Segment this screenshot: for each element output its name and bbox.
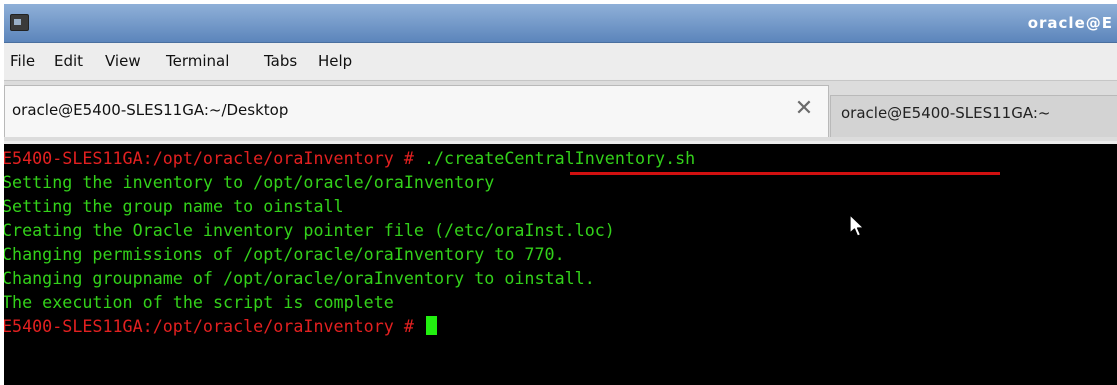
mouse-pointer-icon [849,214,865,237]
tab-second[interactable]: oracle@E5400-SLES11GA:~ [830,95,1117,137]
terminal-window: oracle@E File Edit View Terminal Tabs He… [4,4,1117,385]
terminal-line: Setting the group name to oinstall [4,196,344,216]
terminal-output[interactable]: E5400-SLES11GA:/opt/oracle/oraInventory … [4,144,1117,385]
menu-bar: File Edit View Terminal Tabs Help [4,43,1117,79]
terminal-line: Creating the Oracle inventory pointer fi… [4,220,615,240]
menu-view[interactable]: View [105,52,141,70]
shell-prompt: E5400-SLES11GA:/opt/oracle/oraInventory … [4,316,424,336]
tab-bar: oracle@E5400-SLES11GA:~/Desktop ✕ oracle… [4,80,1117,141]
shell-command: ./createCentralInventory.sh [423,148,696,168]
terminal-line-prompt: E5400-SLES11GA:/opt/oracle/oraInventory … [4,314,437,338]
terminal-line: The execution of the script is complete [4,292,394,312]
tab-desktop-label: oracle@E5400-SLES11GA:~/Desktop [12,101,289,119]
terminal-line-command: E5400-SLES11GA:/opt/oracle/oraInventory … [4,146,695,170]
terminal-icon[interactable] [10,14,29,31]
menu-terminal[interactable]: Terminal [166,52,229,70]
terminal-line: Changing permissions of /opt/oracle/oraI… [4,244,565,264]
title-bar[interactable]: oracle@E [4,4,1117,43]
terminal-line: Setting the inventory to /opt/oracle/ora… [4,172,495,192]
menu-edit[interactable]: Edit [54,52,83,70]
menu-tabs[interactable]: Tabs [264,52,297,70]
command-underline [570,172,1000,175]
close-icon[interactable]: ✕ [791,96,817,122]
shell-prompt: E5400-SLES11GA:/opt/oracle/oraInventory … [4,148,424,168]
tab-desktop[interactable]: oracle@E5400-SLES11GA:~/Desktop ✕ [4,85,829,137]
window-title: oracle@E [1027,14,1113,32]
terminal-line: Changing groupname of /opt/oracle/oraInv… [4,268,595,288]
tab-second-label: oracle@E5400-SLES11GA:~ [841,104,1051,122]
menu-help[interactable]: Help [318,52,352,70]
menu-file[interactable]: File [10,52,35,70]
text-cursor [425,316,437,335]
